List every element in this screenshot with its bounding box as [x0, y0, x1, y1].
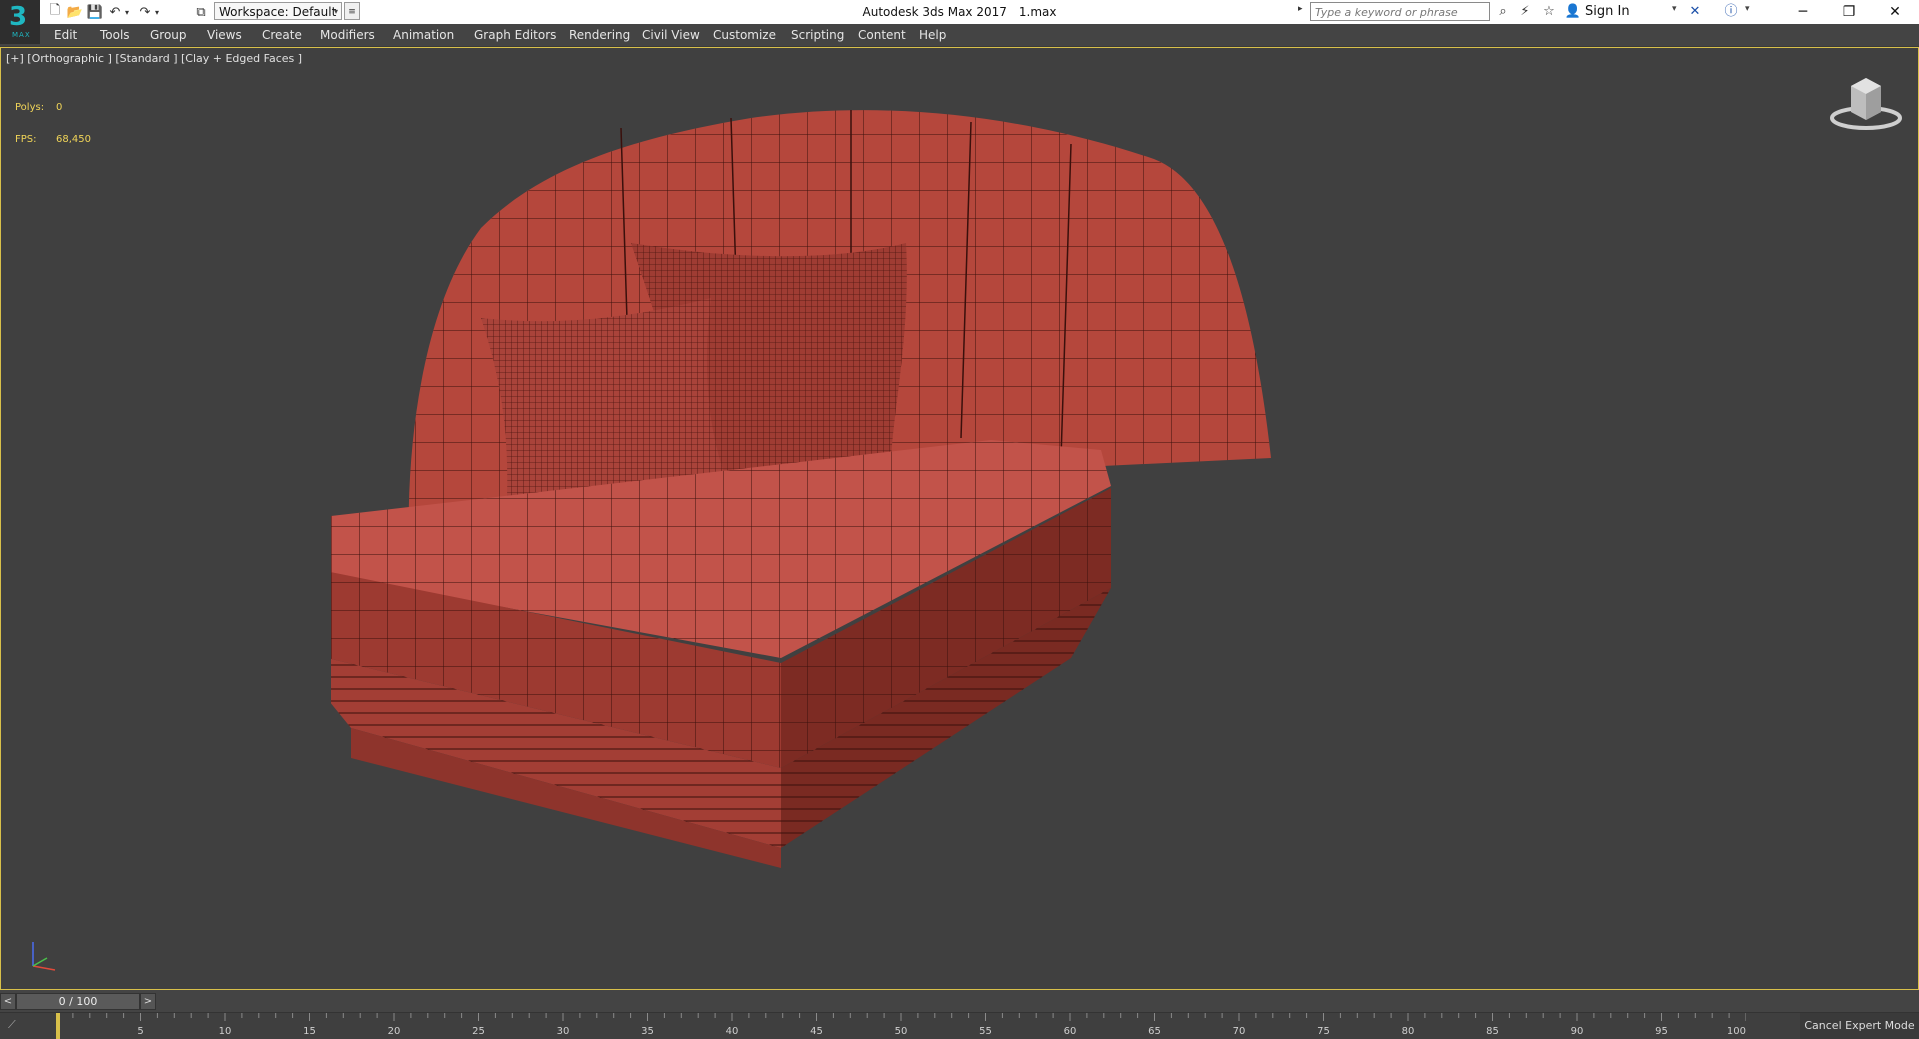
- track-tick-label: 45: [810, 1026, 823, 1037]
- file-name: 1.max: [1018, 5, 1057, 19]
- cancel-expert-mode-button[interactable]: Cancel Expert Mode: [1800, 1013, 1919, 1039]
- viewcube-icon[interactable]: [1821, 68, 1911, 138]
- polys-label: Polys:: [15, 102, 45, 113]
- menu-civil-view[interactable]: Civil View: [642, 24, 700, 46]
- workspace-menu-icon[interactable]: ≡: [344, 2, 360, 20]
- track-tick-label: 5: [137, 1026, 143, 1037]
- time-slider-thumb[interactable]: 0 / 100: [16, 993, 140, 1010]
- track-tick-label: 10: [219, 1026, 232, 1037]
- communication-center-icon[interactable]: ⚡: [1516, 3, 1534, 21]
- track-tick-label: 90: [1571, 1026, 1584, 1037]
- menu-create[interactable]: Create: [262, 24, 302, 46]
- menu-modifiers[interactable]: Modifiers: [320, 24, 375, 46]
- restore-button[interactable]: ❐: [1826, 0, 1872, 24]
- track-tick-label: 20: [388, 1026, 401, 1037]
- track-tick-label: 55: [979, 1026, 992, 1037]
- project-icon[interactable]: ⧉: [192, 3, 210, 21]
- axis-tripod-icon: [32, 942, 56, 971]
- track-tick-label: 85: [1486, 1026, 1499, 1037]
- fps-value: 68,450: [56, 134, 91, 145]
- menu-animation[interactable]: Animation: [393, 24, 454, 46]
- curve-editor-icon[interactable]: ⟋: [8, 1018, 16, 1032]
- user-icon: 👤: [1564, 4, 1582, 19]
- track-tick-label: 15: [303, 1026, 316, 1037]
- menu-bar: Edit Tools Group Views Create Modifiers …: [0, 24, 1919, 47]
- menu-rendering[interactable]: Rendering: [569, 24, 630, 46]
- chevron-down-icon: ▾: [333, 7, 338, 16]
- chevron-down-icon[interactable]: ▾: [1672, 4, 1677, 14]
- previous-frame-button[interactable]: <: [0, 993, 16, 1010]
- menu-graph-editors[interactable]: Graph Editors: [474, 24, 556, 46]
- polys-value: 0: [56, 102, 63, 113]
- sofa-model[interactable]: [331, 78, 1451, 1018]
- track-tick-label: 65: [1148, 1026, 1161, 1037]
- search-expand-icon[interactable]: ▸: [1298, 4, 1303, 14]
- track-tick-label: 40: [726, 1026, 739, 1037]
- close-button[interactable]: ✕: [1872, 0, 1918, 24]
- open-icon[interactable]: 📂: [66, 3, 84, 21]
- viewport-perspective[interactable]: [+] [Orthographic ] [Standard ] [Clay + …: [0, 47, 1919, 990]
- redo-dropdown-icon[interactable]: ▾: [152, 3, 162, 21]
- save-icon[interactable]: 💾: [86, 3, 104, 21]
- track-tick-label: 70: [1233, 1026, 1246, 1037]
- track-tick-label: 60: [1064, 1026, 1077, 1037]
- new-icon[interactable]: 🗋: [46, 3, 64, 21]
- favorites-star-icon[interactable]: ☆: [1540, 3, 1558, 21]
- track-tick-label: 95: [1655, 1026, 1668, 1037]
- logo-mark: 3: [9, 2, 28, 32]
- menu-help[interactable]: Help: [919, 24, 946, 46]
- logo-sub: MAX: [12, 31, 31, 39]
- menu-edit[interactable]: Edit: [54, 24, 77, 46]
- track-tick-label: 75: [1317, 1026, 1330, 1037]
- help-icon[interactable]: ⓘ: [1722, 3, 1740, 21]
- track-tick-label: 35: [641, 1026, 654, 1037]
- current-frame-marker[interactable]: [56, 1013, 60, 1039]
- menu-content[interactable]: Content: [858, 24, 906, 46]
- track-bar[interactable]: ⟋ 05101520253035404550556065707580859095…: [0, 1012, 1919, 1039]
- exchange-apps-icon[interactable]: ✕: [1686, 3, 1704, 21]
- viewport-label[interactable]: [+] [Orthographic ] [Standard ] [Clay + …: [6, 52, 302, 65]
- menu-customize[interactable]: Customize: [713, 24, 776, 46]
- workspace-select[interactable]: Workspace: Default ▾: [214, 2, 342, 20]
- menu-views[interactable]: Views: [207, 24, 242, 46]
- menu-group[interactable]: Group: [150, 24, 187, 46]
- menu-tools[interactable]: Tools: [100, 24, 130, 46]
- minimize-button[interactable]: ─: [1780, 0, 1826, 24]
- workspace-label: Workspace: Default: [219, 5, 337, 19]
- chevron-down-icon[interactable]: ▾: [1745, 4, 1750, 14]
- title-bar: Autodesk 3ds Max 2017 1.max 🗋 📂 💾 ↶ ▾ ↷ ▾…: [0, 0, 1919, 24]
- track-tick-label: 25: [472, 1026, 485, 1037]
- sign-in-button[interactable]: Sign In: [1585, 2, 1630, 22]
- time-slider[interactable]: < 0 / 100 >: [0, 990, 1919, 1012]
- undo-dropdown-icon[interactable]: ▾: [122, 3, 132, 21]
- menu-scripting[interactable]: Scripting: [791, 24, 844, 46]
- binoculars-icon[interactable]: ⌕: [1494, 3, 1512, 21]
- track-tick-label: 100: [1727, 1026, 1746, 1037]
- app-logo[interactable]: 3 MAX: [0, 0, 40, 44]
- app-title: Autodesk 3ds Max 2017: [862, 5, 1007, 19]
- track-tick-label: 80: [1402, 1026, 1415, 1037]
- track-tick-label: 30: [557, 1026, 570, 1037]
- search-input[interactable]: Type a keyword or phrase: [1310, 2, 1490, 21]
- next-frame-button[interactable]: >: [140, 993, 156, 1010]
- track-tick-label: 50: [895, 1026, 908, 1037]
- fps-label: FPS:: [15, 134, 37, 145]
- track-ruler[interactable]: 0510152025303540455055606570758085909510…: [56, 1013, 1746, 1039]
